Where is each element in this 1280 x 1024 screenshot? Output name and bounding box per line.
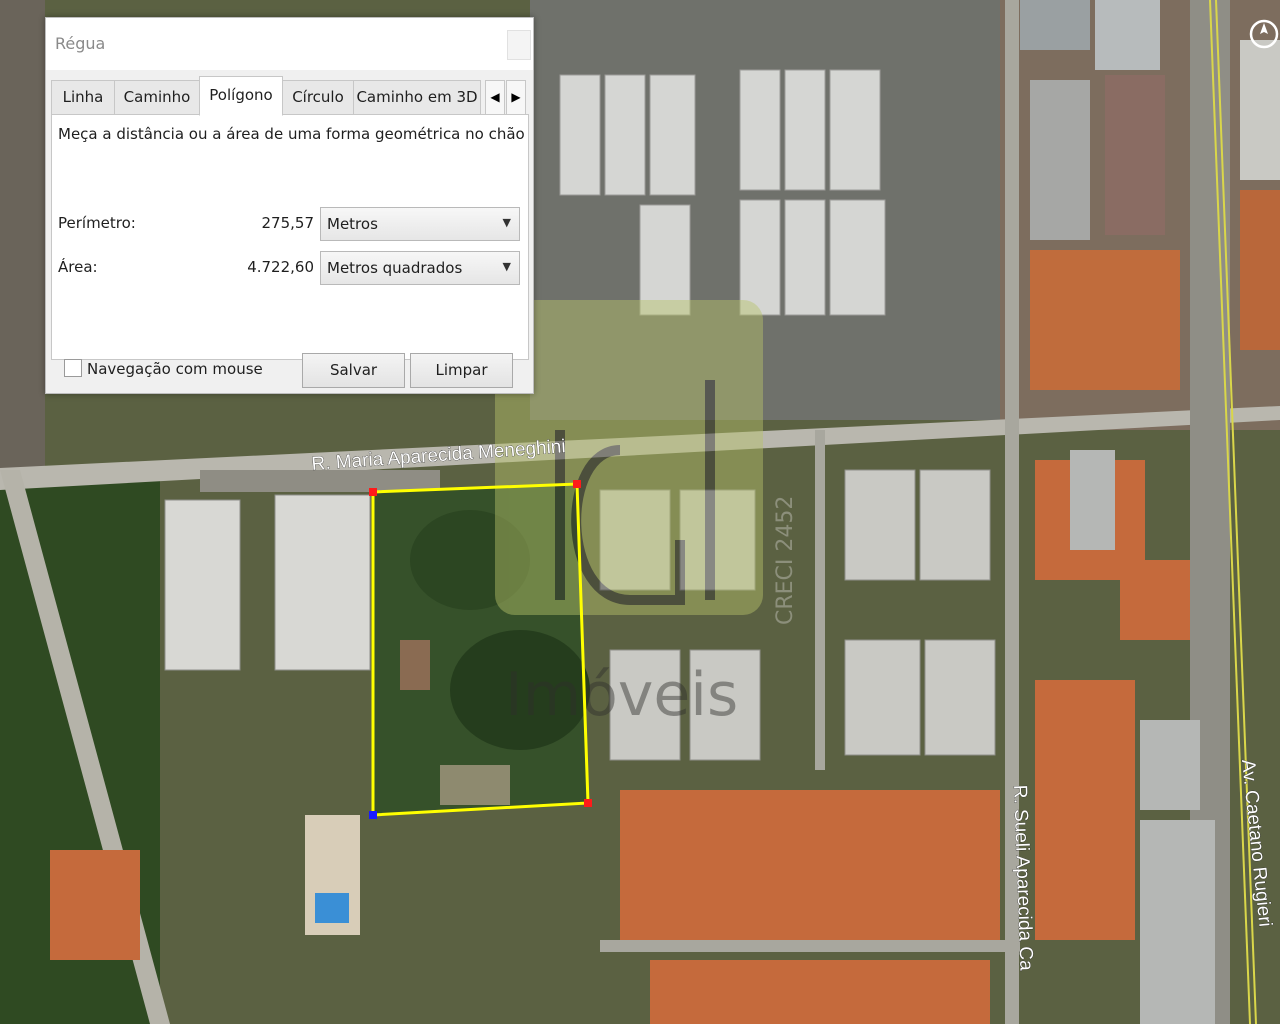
tab-bar: Linha Caminho Polígono Círculo Caminho e… bbox=[51, 76, 529, 116]
watermark-text: Imóveis bbox=[505, 660, 738, 730]
tab-circulo[interactable]: Círculo bbox=[282, 80, 354, 115]
clear-button[interactable]: Limpar bbox=[410, 353, 513, 388]
tab-caminho[interactable]: Caminho bbox=[114, 80, 200, 115]
mouse-navigation-checkbox[interactable] bbox=[64, 359, 82, 377]
close-button[interactable] bbox=[507, 30, 531, 60]
area-unit-select[interactable]: Metros quadrados ▼ bbox=[320, 251, 520, 285]
dialog-title: Régua bbox=[55, 34, 106, 53]
panel-description: Meça a distância ou a área de uma forma … bbox=[58, 125, 525, 143]
tab-poligono[interactable]: Polígono bbox=[199, 76, 283, 116]
tab-scroll-left-icon[interactable]: ◀ bbox=[485, 80, 505, 115]
polygon-vertex bbox=[573, 480, 581, 488]
area-unit: Metros quadrados bbox=[327, 259, 463, 277]
ruler-dialog: Régua Linha Caminho Polígono Círculo Cam… bbox=[45, 17, 534, 394]
area-value: 4.722,60 bbox=[247, 258, 314, 276]
polygon-vertex bbox=[584, 799, 592, 807]
perimeter-unit: Metros bbox=[327, 215, 378, 233]
tab-caminho-3d[interactable]: Caminho em 3D bbox=[353, 80, 481, 115]
tab-linha[interactable]: Linha bbox=[51, 80, 115, 115]
compass-icon[interactable] bbox=[1244, 18, 1280, 54]
area-label: Área: bbox=[58, 258, 98, 276]
chevron-down-icon: ▼ bbox=[502, 216, 511, 229]
mouse-navigation-label: Navegação com mouse bbox=[87, 360, 263, 378]
polygon-vertex bbox=[369, 811, 377, 819]
save-button[interactable]: Salvar bbox=[302, 353, 405, 388]
perimeter-value: 275,57 bbox=[261, 214, 315, 232]
perimeter-label: Perímetro: bbox=[58, 214, 136, 232]
chevron-down-icon: ▼ bbox=[502, 260, 511, 273]
watermark-creci: CRECI 2452 bbox=[773, 496, 798, 625]
polygon-panel: Meça a distância ou a área de uma forma … bbox=[51, 114, 529, 360]
perimeter-unit-select[interactable]: Metros ▼ bbox=[320, 207, 520, 241]
tab-scroll-right-icon[interactable]: ▶ bbox=[506, 80, 526, 115]
polygon-vertex bbox=[369, 488, 377, 496]
dialog-titlebar: Régua bbox=[46, 18, 533, 70]
